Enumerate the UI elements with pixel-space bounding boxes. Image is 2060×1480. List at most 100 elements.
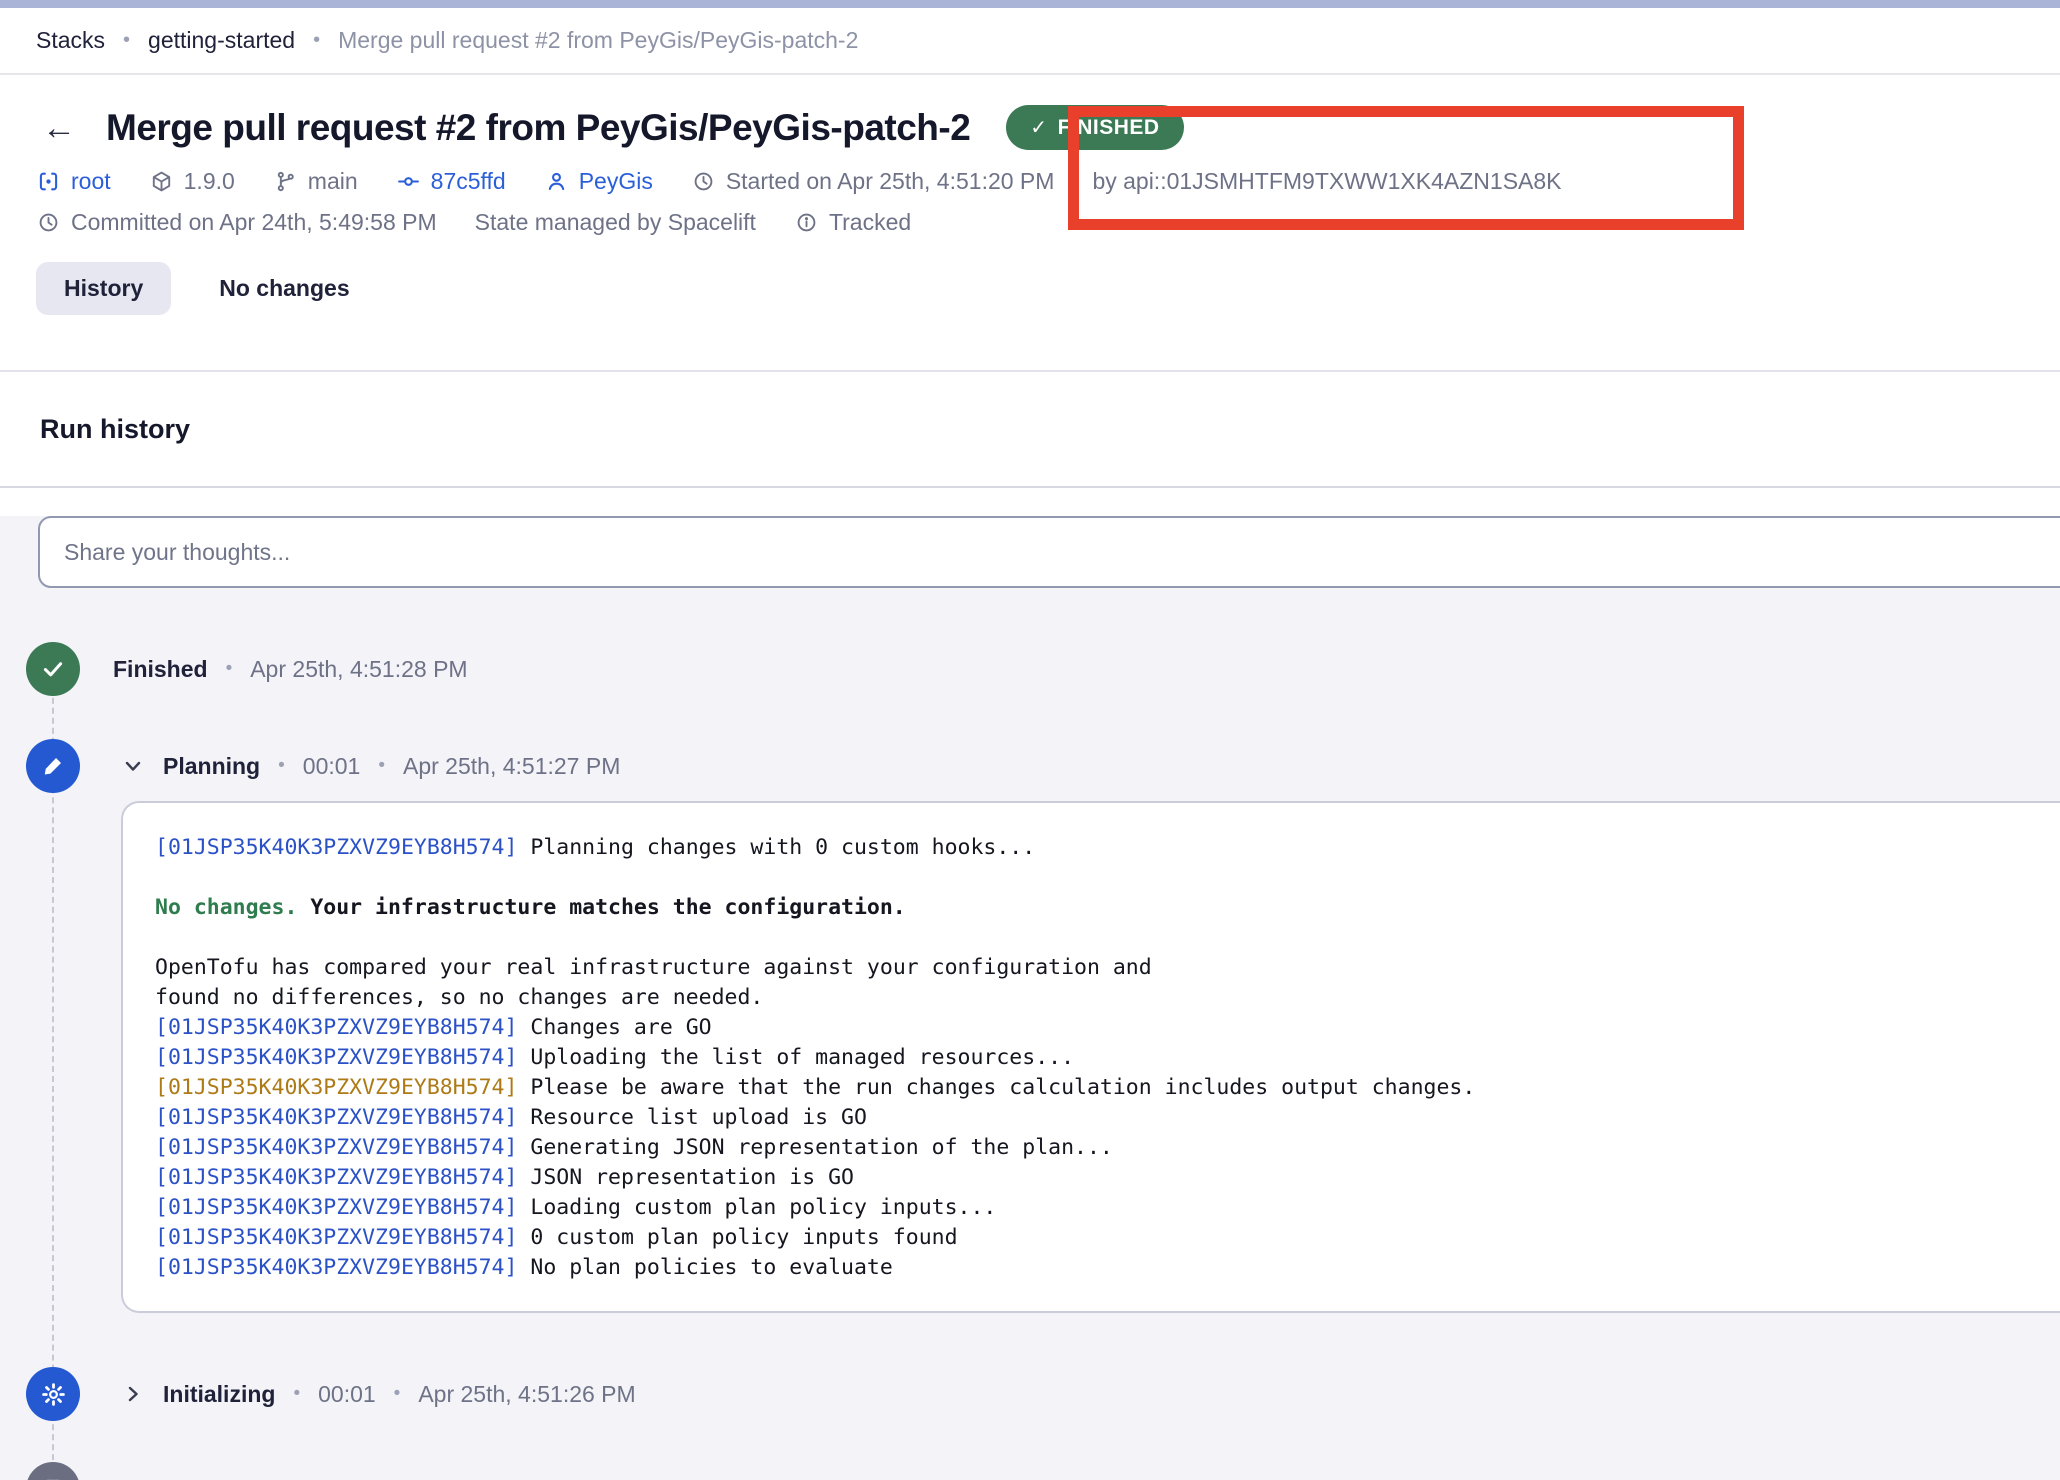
section-title: Run history bbox=[40, 414, 190, 445]
log-blank-line bbox=[155, 863, 2060, 893]
version-label: 1.9.0 bbox=[184, 168, 235, 195]
space-link[interactable]: root bbox=[36, 168, 111, 195]
run-id-prefix: [01JSP35K40K3PZXVZ9EYB8H574] bbox=[155, 1135, 517, 1160]
log-text: Please be aware that the run changes cal… bbox=[530, 1075, 1475, 1100]
tab-no-changes[interactable]: No changes bbox=[219, 275, 349, 302]
run-id-prefix-warning: [01JSP35K40K3PZXVZ9EYB8H574] bbox=[155, 1075, 517, 1100]
run-id-prefix: [01JSP35K40K3PZXVZ9EYB8H574] bbox=[155, 1165, 517, 1190]
log-text: No plan policies to evaluate bbox=[530, 1255, 892, 1280]
status-badge: ✓ FINISHED bbox=[1006, 105, 1183, 150]
planning-label[interactable]: Planning bbox=[163, 753, 260, 780]
log-text: Loading custom plan policy inputs... bbox=[530, 1195, 996, 1220]
queued-duration: 00:01 bbox=[241, 1476, 299, 1480]
started-item: Started on Apr 25th, 4:51:20 PM bbox=[691, 168, 1055, 195]
planning-status-icon bbox=[26, 739, 80, 793]
planning-log-output: [01JSP35K40K3PZXVZ9EYB8H574] Planning cha… bbox=[121, 801, 2060, 1313]
breadcrumb-stacks[interactable]: Stacks bbox=[36, 27, 105, 54]
meta-row-secondary: Committed on Apr 24th, 5:49:58 PM State … bbox=[36, 209, 2060, 236]
back-button[interactable]: ← bbox=[36, 111, 82, 145]
triggered-by-label: by api::01JSMHTFM9TXWW1XK4AZN1SA8K bbox=[1092, 168, 1561, 195]
no-changes-rest: Your infrastructure matches the configur… bbox=[310, 895, 905, 920]
log-text: Resource list upload is GO bbox=[530, 1105, 867, 1130]
run-id-prefix: [01JSP35K40K3PZXVZ9EYB8H574] bbox=[155, 835, 517, 860]
branch-icon bbox=[273, 169, 298, 194]
commit-icon bbox=[396, 169, 421, 194]
finished-timestamp: Apr 25th, 4:51:28 PM bbox=[250, 656, 467, 683]
cube-icon bbox=[149, 169, 174, 194]
person-icon bbox=[544, 169, 569, 194]
initializing-row: Initializing • 00:01 • Apr 25th, 4:51:26… bbox=[121, 1367, 636, 1421]
initializing-status-icon bbox=[26, 1367, 80, 1421]
breadcrumb: Stacks • getting-started • Merge pull re… bbox=[0, 8, 2060, 75]
log-line: OpenTofu has compared your real infrastr… bbox=[155, 953, 2060, 983]
state-managed-label: State managed by Spacelift bbox=[475, 209, 756, 236]
run-id-prefix: [01JSP35K40K3PZXVZ9EYB8H574] bbox=[155, 1105, 517, 1130]
log-text: Changes are GO bbox=[530, 1015, 711, 1040]
run-id-prefix: [01JSP35K40K3PZXVZ9EYB8H574] bbox=[155, 1015, 517, 1040]
run-header: ← Merge pull request #2 from PeyGis/PeyG… bbox=[0, 75, 2060, 372]
branch-item: main bbox=[273, 168, 358, 195]
started-label: Started on Apr 25th, 4:51:20 PM bbox=[726, 168, 1055, 195]
breadcrumb-stack-name[interactable]: getting-started bbox=[148, 27, 295, 54]
chevron-down-icon[interactable] bbox=[121, 754, 145, 778]
title-row: ← Merge pull request #2 from PeyGis/PeyG… bbox=[36, 105, 2060, 150]
queued-status-icon bbox=[26, 1462, 80, 1480]
run-id-prefix: [01JSP35K40K3PZXVZ9EYB8H574] bbox=[155, 1195, 517, 1220]
log-text: Uploading the list of managed resources.… bbox=[530, 1045, 1074, 1070]
initializing-label[interactable]: Initializing bbox=[163, 1381, 275, 1408]
space-label: root bbox=[71, 168, 111, 195]
planning-row: Planning • 00:01 • Apr 25th, 4:51:27 PM bbox=[121, 739, 620, 793]
author-link[interactable]: PeyGis bbox=[544, 168, 653, 195]
log-text: Planning changes with 0 custom hooks... bbox=[530, 835, 1035, 860]
pencil-icon bbox=[40, 753, 66, 779]
dot-separator: • bbox=[226, 658, 233, 680]
planning-timestamp: Apr 25th, 4:51:27 PM bbox=[403, 753, 620, 780]
queued-row: Queued • 00:01 • Apr 25th, 4:51:20 PM bbox=[113, 1462, 559, 1480]
tracked-item: Tracked bbox=[794, 209, 911, 236]
author-label: PeyGis bbox=[579, 168, 653, 195]
space-icon bbox=[36, 169, 61, 194]
check-icon: ✓ bbox=[1030, 115, 1047, 140]
log-line-warning: [01JSP35K40K3PZXVZ9EYB8H574] Please be aw… bbox=[155, 1073, 2060, 1103]
planning-duration: 00:01 bbox=[303, 753, 361, 780]
comment-input[interactable] bbox=[38, 516, 2060, 588]
triggered-by-item: by api::01JSMHTFM9TXWW1XK4AZN1SA8K bbox=[1092, 168, 1561, 195]
state-managed-item: State managed by Spacelift bbox=[475, 209, 756, 236]
page-title: Merge pull request #2 from PeyGis/PeyGis… bbox=[106, 107, 970, 149]
version-item: 1.9.0 bbox=[149, 168, 235, 195]
run-id-prefix: [01JSP35K40K3PZXVZ9EYB8H574] bbox=[155, 1255, 517, 1280]
commit-label: 87c5ffd bbox=[431, 168, 506, 195]
chevron-right-icon[interactable] bbox=[121, 1382, 145, 1406]
log-line: found no differences, so no changes are … bbox=[155, 983, 2060, 1013]
log-line-no-changes: No changes. Your infrastructure matches t… bbox=[155, 893, 2060, 923]
top-strip bbox=[0, 0, 2060, 8]
status-badge-label: FINISHED bbox=[1058, 116, 1160, 140]
finished-label: Finished bbox=[113, 656, 208, 683]
log-line: [01JSP35K40K3PZXVZ9EYB8H574]Generating J… bbox=[155, 1133, 2060, 1163]
queued-label: Queued bbox=[113, 1476, 199, 1480]
dot-separator: • bbox=[293, 1383, 300, 1405]
no-changes-highlight: No changes. bbox=[155, 895, 297, 920]
run-id-prefix: [01JSP35K40K3PZXVZ9EYB8H574] bbox=[155, 1225, 517, 1250]
log-blank-line bbox=[155, 923, 2060, 953]
breadcrumb-current: Merge pull request #2 from PeyGis/PeyGis… bbox=[338, 27, 858, 54]
log-text: JSON representation is GO bbox=[530, 1165, 854, 1190]
commit-link[interactable]: 87c5ffd bbox=[396, 168, 506, 195]
breadcrumb-separator: • bbox=[123, 29, 130, 52]
log-line: [01JSP35K40K3PZXVZ9EYB8H574] Loading cust… bbox=[155, 1193, 2060, 1223]
log-line: [01JSP35K40K3PZXVZ9EYB8H574] No plan poli… bbox=[155, 1253, 2060, 1283]
clock-icon bbox=[36, 210, 61, 235]
check-icon bbox=[39, 655, 67, 683]
tab-history[interactable]: History bbox=[36, 262, 171, 315]
finished-row: Finished • Apr 25th, 4:51:28 PM bbox=[113, 642, 468, 696]
hourglass-icon bbox=[40, 1476, 66, 1480]
queued-timestamp: Apr 25th, 4:51:20 PM bbox=[342, 1476, 559, 1480]
timeline: Finished • Apr 25th, 4:51:28 PM Planning… bbox=[0, 618, 2060, 1480]
tabs: History No changes bbox=[36, 262, 2060, 315]
branch-label: main bbox=[308, 168, 358, 195]
spacelift-run-page: Stacks • getting-started • Merge pull re… bbox=[0, 0, 2060, 1480]
finished-status-icon bbox=[26, 642, 80, 696]
log-line: [01JSP35K40K3PZXVZ9EYB8H574]Uploading th… bbox=[155, 1043, 2060, 1073]
dot-separator: • bbox=[278, 755, 285, 777]
log-text: 0 custom plan policy inputs found bbox=[530, 1225, 957, 1250]
